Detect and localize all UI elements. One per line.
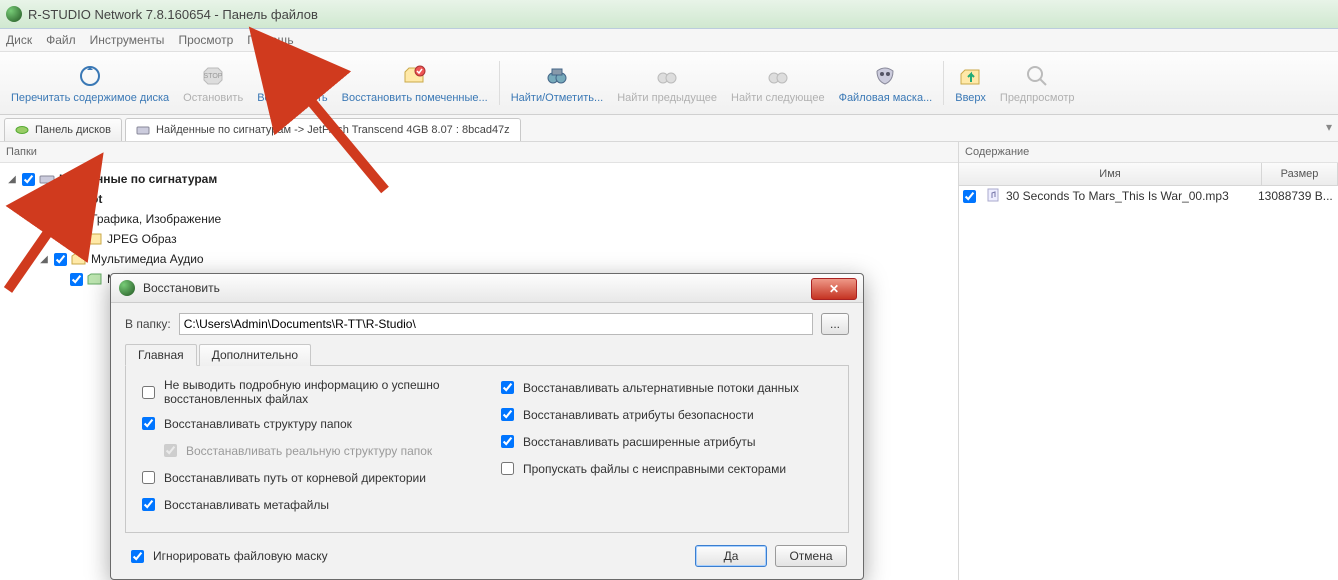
- menu-help[interactable]: Помощь: [247, 33, 293, 47]
- opt-real-struct: Восстанавливать реальную структуру папок: [138, 441, 477, 460]
- opt-extended[interactable]: Восстанавливать расширенные атрибуты: [497, 432, 836, 451]
- menubar: Диск Файл Инструменты Просмотр Помощь: [0, 29, 1338, 52]
- opt-no-details[interactable]: Не выводить подробную информацию о успеш…: [138, 378, 477, 406]
- tree-jpeg[interactable]: JPEG Образ: [6, 229, 958, 249]
- recover-marked-icon: [401, 62, 429, 90]
- drive-icon: [136, 123, 150, 137]
- toolbar-divider: [499, 61, 500, 105]
- folder-tree: ◢Найденные по сигнатурам ◢Root ◢Графика,…: [0, 163, 958, 289]
- drive-icon: [39, 171, 55, 187]
- dialog-tab-main[interactable]: Главная: [125, 344, 197, 366]
- tb-reread[interactable]: Перечитать содержимое диска: [4, 55, 176, 111]
- col-name[interactable]: Имя: [959, 163, 1262, 185]
- browse-button[interactable]: ...: [821, 313, 849, 335]
- folder-icon: [87, 231, 103, 247]
- tabbar: Панель дисков Найденные по сигнатурам ->…: [0, 115, 1338, 142]
- tab-found[interactable]: Найденные по сигнатурам -> JetFlash Tran…: [125, 118, 521, 141]
- toolbar-divider: [943, 61, 944, 105]
- opt-security[interactable]: Восстанавливать атрибуты безопасности: [497, 405, 836, 424]
- opt-root-path[interactable]: Восстанавливать путь от корневой директо…: [138, 468, 477, 487]
- folder-green-icon: [87, 271, 103, 287]
- tb-find[interactable]: Найти/Отметить...: [504, 55, 610, 111]
- dialog-tab-advanced[interactable]: Дополнительно: [199, 344, 311, 366]
- folder-icon: [71, 211, 87, 227]
- tree-root-folder[interactable]: ◢Root: [6, 189, 958, 209]
- binoculars-icon: [543, 62, 571, 90]
- folder-icon: [71, 251, 87, 267]
- menu-view[interactable]: Просмотр: [178, 33, 233, 47]
- to-folder-label: В папку:: [125, 317, 171, 331]
- tree-graphics[interactable]: ◢Графика, Изображение: [6, 209, 958, 229]
- collapse-icon[interactable]: ▾: [1326, 120, 1332, 134]
- opt-alt-streams[interactable]: Восстанавливать альтернативные потоки да…: [497, 378, 836, 397]
- disk-panel-icon: [15, 123, 29, 137]
- recover-dialog: Восстановить ✕ В папку: ... Главная Допо…: [110, 273, 864, 580]
- col-size[interactable]: Размер: [1262, 163, 1338, 185]
- dialog-title: Восстановить: [143, 281, 220, 295]
- tab-panel-disks[interactable]: Панель дисков: [4, 118, 122, 141]
- tree-audio[interactable]: ◢Мультимедиа Аудио: [6, 249, 958, 269]
- app-icon: [6, 6, 22, 22]
- tb-find-next[interactable]: Найти следующее: [724, 55, 832, 111]
- tree-root[interactable]: ◢Найденные по сигнатурам: [6, 169, 958, 189]
- to-folder-input[interactable]: [179, 313, 813, 335]
- opt-metafiles[interactable]: Восстанавливать метафайлы: [138, 495, 477, 514]
- preview-icon: [1023, 62, 1051, 90]
- cancel-button[interactable]: Отмена: [775, 545, 847, 567]
- stop-icon: STOP: [199, 62, 227, 90]
- toolbar: Перечитать содержимое диска STOPОстанови…: [0, 52, 1338, 115]
- folders-header: Папки: [0, 142, 958, 163]
- menu-file[interactable]: Файл: [46, 33, 76, 47]
- menu-disk[interactable]: Диск: [6, 33, 32, 47]
- find-next-icon: [764, 62, 792, 90]
- find-prev-icon: [653, 62, 681, 90]
- audio-file-icon: [986, 188, 1000, 205]
- tb-recover[interactable]: Восстановить: [250, 55, 334, 111]
- menu-tools[interactable]: Инструменты: [90, 33, 165, 47]
- mask-icon: [871, 62, 899, 90]
- file-row[interactable]: 30 Seconds To Mars_This Is War_00.mp3 13…: [959, 186, 1338, 206]
- tb-find-prev[interactable]: Найти предыдущее: [610, 55, 724, 111]
- app-icon: [119, 280, 135, 296]
- ok-button[interactable]: Да: [695, 545, 767, 567]
- opt-skip-bad[interactable]: Пропускать файлы с неисправными секторам…: [497, 459, 836, 478]
- content-pane: Содержание Имя Размер 30 Seconds To Mars…: [959, 142, 1338, 580]
- up-icon: [957, 62, 985, 90]
- tb-up[interactable]: Вверх: [948, 55, 993, 111]
- dialog-titlebar[interactable]: Восстановить ✕: [111, 274, 863, 303]
- folder-icon: [55, 191, 71, 207]
- opt-struct[interactable]: Восстанавливать структуру папок: [138, 414, 477, 433]
- recover-icon: [278, 62, 306, 90]
- content-header: Содержание: [959, 142, 1338, 163]
- opt-ignore-mask[interactable]: Игнорировать файловую маску: [127, 547, 328, 566]
- close-button[interactable]: ✕: [811, 278, 857, 300]
- tb-preview[interactable]: Предпросмотр: [993, 55, 1082, 111]
- window-title: R-STUDIO Network 7.8.160654 - Панель фай…: [28, 7, 318, 22]
- tb-stop[interactable]: STOPОстановить: [176, 55, 250, 111]
- titlebar: R-STUDIO Network 7.8.160654 - Панель фай…: [0, 0, 1338, 29]
- tb-mask[interactable]: Файловая маска...: [832, 55, 940, 111]
- refresh-icon: [76, 62, 104, 90]
- svg-text:STOP: STOP: [204, 73, 223, 80]
- tb-recover-marked[interactable]: Восстановить помеченные...: [335, 55, 495, 111]
- file-name: 30 Seconds To Mars_This Is War_00.mp3: [1006, 189, 1252, 203]
- content-columns: Имя Размер: [959, 163, 1338, 186]
- file-size: 13088739 B...: [1258, 189, 1333, 203]
